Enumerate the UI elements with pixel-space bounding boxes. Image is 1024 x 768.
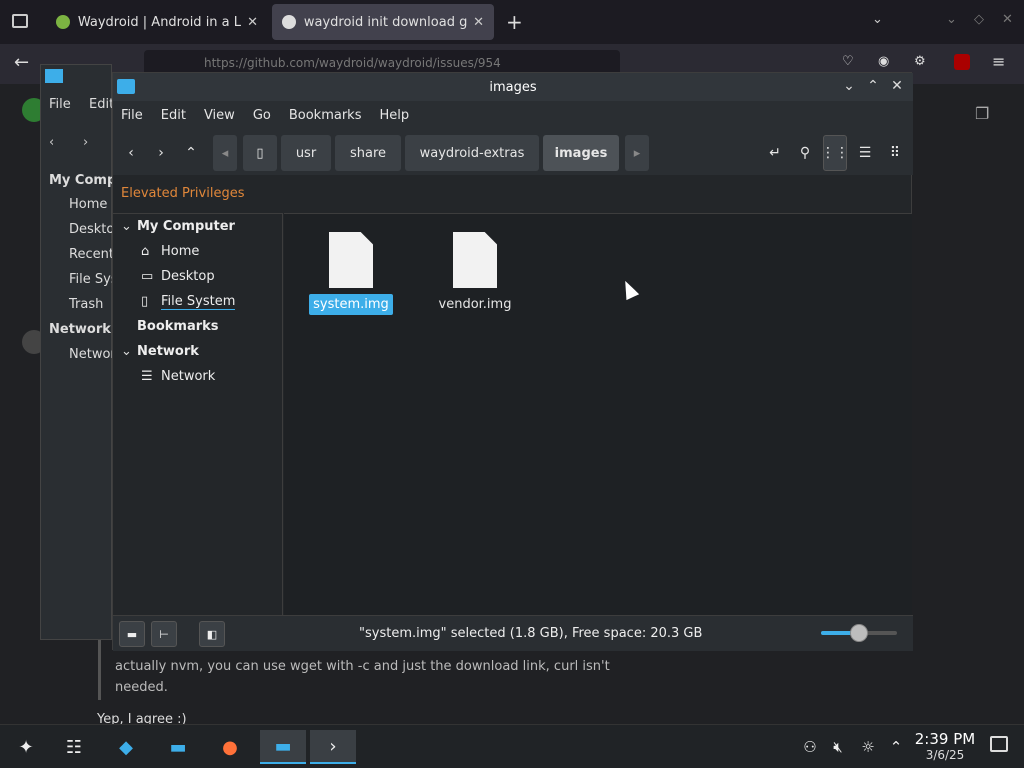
tab-overview-icon[interactable]	[12, 14, 28, 28]
up-icon[interactable]: ⌃	[179, 141, 203, 165]
file-manager-window: images ⌄ ⌃ ✕ File Edit View Go Bookmarks…	[112, 72, 913, 651]
discover-icon[interactable]: ◆	[106, 730, 146, 764]
places-toggle-icon[interactable]: ▬	[119, 621, 145, 647]
menu-edit[interactable]: Edit	[89, 97, 114, 112]
account-icon[interactable]: ◉	[878, 54, 889, 69]
back-icon[interactable]: ←	[14, 52, 29, 73]
waydroid-favicon-icon	[56, 15, 70, 29]
sidebar-section-network[interactable]: Network	[137, 344, 199, 359]
list-view-icon[interactable]: ☰	[853, 141, 877, 165]
folder-icon	[45, 69, 63, 83]
close-icon[interactable]: ✕	[887, 78, 907, 94]
app-launcher-icon[interactable]: ✦	[6, 730, 46, 764]
clock-date: 3/6/25	[925, 748, 965, 762]
breadcrumb-images[interactable]: images	[543, 135, 619, 171]
file-item-system-img[interactable]: system.img	[306, 232, 396, 315]
list-tabs-icon[interactable]: ⌄	[872, 12, 883, 27]
browser-tab-github[interactable]: waydroid init download ge ✕	[272, 4, 494, 40]
menu-file[interactable]: File	[49, 97, 71, 112]
extensions-icon[interactable]: ⚙	[914, 54, 926, 69]
chevron-down-icon[interactable]: ⌄	[121, 344, 132, 359]
maximize-icon[interactable]: ⌃	[863, 78, 883, 94]
folder-icon	[117, 79, 135, 94]
breadcrumb-root-icon[interactable]: ▯	[243, 135, 277, 171]
show-desktop-icon[interactable]	[990, 736, 1008, 752]
task-terminal[interactable]: ›	[310, 730, 356, 764]
breadcrumb-scroll-right[interactable]: ▸	[625, 135, 649, 171]
sidebar-item-home[interactable]: Home	[161, 244, 199, 259]
task-file-manager[interactable]: ▬	[260, 730, 306, 764]
menubar: File Edit View Go Bookmarks Help	[113, 101, 913, 129]
minimize-browser-icon[interactable]: ⌄	[946, 12, 957, 27]
pocket-icon[interactable]: ♡	[842, 54, 854, 69]
close-tab-icon[interactable]: ✕	[247, 15, 258, 30]
compact-view-icon[interactable]: ⠿	[883, 141, 907, 165]
menu-edit[interactable]: Edit	[161, 108, 186, 123]
file-manager-icon[interactable]: ▬	[158, 730, 198, 764]
menu-bookmarks[interactable]: Bookmarks	[289, 108, 362, 123]
close-tab-icon[interactable]: ✕	[473, 15, 484, 30]
sidebar-item-filesystem[interactable]: File System	[161, 294, 236, 310]
elevated-privileges-label: Elevated Privileges	[121, 186, 245, 201]
menu-go[interactable]: Go	[253, 108, 271, 123]
search-icon[interactable]: ⚲	[793, 141, 817, 165]
icon-view-icon[interactable]: ⋮⋮	[821, 135, 849, 171]
desktop-icon: ▭	[141, 269, 154, 284]
network-icon: ☰	[141, 369, 153, 384]
window-titlebar[interactable]: images	[113, 73, 913, 101]
new-tab-button[interactable]: +	[506, 10, 523, 34]
file-item-vendor-img[interactable]: vendor.img	[430, 232, 520, 315]
home-icon: ⌂	[141, 244, 150, 259]
drive-icon: ▯	[141, 294, 149, 309]
settings-icon[interactable]: ☷	[54, 730, 94, 764]
menu-view[interactable]: View	[204, 108, 235, 123]
file-icon	[453, 232, 497, 288]
minimize-icon[interactable]: ⌄	[839, 78, 859, 94]
sidebar-section-bookmarks[interactable]: Bookmarks	[137, 319, 219, 334]
browser-tab-waydroid[interactable]: Waydroid | Android in a Li ✕	[46, 4, 268, 40]
file-icon	[329, 232, 373, 288]
sidebar-item-network[interactable]: Network	[161, 369, 215, 384]
menu-icon[interactable]: ≡	[992, 52, 1005, 71]
menu-help[interactable]: Help	[379, 108, 409, 123]
forward-icon[interactable]: ›	[149, 141, 173, 165]
clock-time: 2:39 PM	[914, 730, 976, 748]
sidebar-item-home[interactable]: Home	[69, 197, 107, 212]
sidebar: ⌄ My Computer ⌂ Home ▭ Desktop ▯ File Sy…	[113, 213, 283, 615]
close-browser-icon[interactable]: ✕	[1002, 12, 1013, 27]
zoom-slider-handle[interactable]	[850, 624, 868, 642]
sidebar-item-trash[interactable]: Trash	[69, 297, 103, 312]
back-icon[interactable]: ‹	[49, 135, 54, 150]
file-view: system.img vendor.img	[284, 213, 912, 615]
breadcrumb-share[interactable]: share	[335, 135, 401, 171]
maximize-browser-icon[interactable]: ◇	[974, 12, 984, 27]
sidebar-toggle-icon[interactable]: ◧	[199, 621, 225, 647]
forward-icon[interactable]: ›	[83, 135, 88, 150]
ublock-icon[interactable]	[954, 54, 970, 70]
sidebar-item-recent[interactable]: Recent	[69, 247, 114, 262]
status-text: "system.img" selected (1.8 GB), Free spa…	[359, 626, 703, 641]
sidebar-item-desktop[interactable]: Desktop	[161, 269, 215, 284]
file-name: system.img	[309, 294, 393, 315]
tree-toggle-icon[interactable]: ⊢	[151, 621, 177, 647]
toggle-location-icon[interactable]: ↵	[763, 141, 787, 165]
window-title: images	[489, 79, 537, 95]
github-favicon-icon	[282, 15, 296, 29]
back-icon[interactable]: ‹	[119, 141, 143, 165]
breadcrumb-scroll-left[interactable]: ◂	[213, 135, 237, 171]
breadcrumb-waydroid-extras[interactable]: waydroid-extras	[405, 135, 539, 171]
firefox-icon[interactable]: ●	[210, 730, 250, 764]
sidebar-section-my-computer[interactable]: My Computer	[137, 219, 235, 234]
file-name: vendor.img	[438, 297, 512, 312]
section-network[interactable]: Network	[49, 322, 111, 337]
clock[interactable]: 2:39 PM 3/6/25	[905, 731, 985, 763]
breadcrumb-usr[interactable]: usr	[281, 135, 331, 171]
back-file-manager-window[interactable]: File Edit ‹ › My Computer Home Desktop R…	[40, 64, 147, 640]
menu-file[interactable]: File	[121, 108, 143, 123]
chevron-down-icon[interactable]: ⌄	[121, 219, 132, 234]
copy-icon[interactable]: ❐	[975, 104, 989, 123]
